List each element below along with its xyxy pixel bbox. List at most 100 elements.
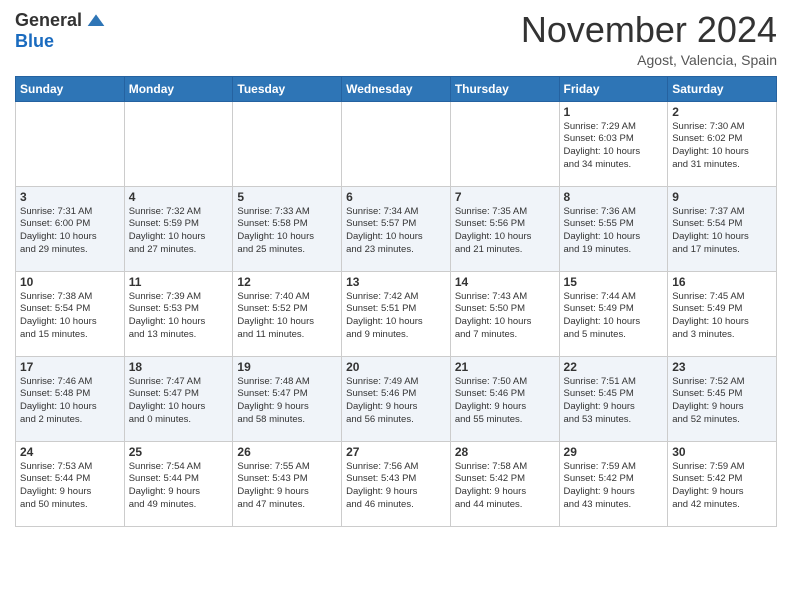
day-cell: 19 Sunrise: 7:48 AM Sunset: 5:47 PM Dayli… [233, 356, 342, 441]
day-number: 1 [564, 105, 664, 119]
day-number: 4 [129, 190, 229, 204]
day-info: Sunrise: 7:46 AM Sunset: 5:48 PM Dayligh… [20, 376, 120, 427]
logo: General Blue [15, 10, 106, 52]
day-cell: 17Sunrise: 7:46 AM Sunset: 5:48 PM Dayli… [16, 356, 125, 441]
day-info: Sunrise: 7:37 AM Sunset: 5:54 PM Dayligh… [672, 206, 772, 257]
logo-general-text: General [15, 10, 82, 31]
day-info: Sunrise: 7:40 AM Sunset: 5:52 PM Dayligh… [237, 291, 337, 342]
day-number: 22 [564, 360, 664, 374]
day-cell: 16 Sunrise: 7:45 AM Sunset: 5:49 PM Dayli… [668, 271, 777, 356]
day-info: Sunrise: 7:52 AM Sunset: 5:45 PM Dayligh… [672, 376, 772, 427]
day-cell: 28 Sunrise: 7:58 AM Sunset: 5:42 PM Dayli… [450, 441, 559, 526]
day-info: Sunrise: 7:55 AM Sunset: 5:43 PM Dayligh… [237, 461, 337, 512]
day-cell: 30 Sunrise: 7:59 AM Sunset: 5:42 PM Dayli… [668, 441, 777, 526]
day-info: Sunrise: 7:43 AM Sunset: 5:50 PM Dayligh… [455, 291, 555, 342]
title-area: November 2024 Agost, Valencia, Spain [521, 10, 777, 68]
day-info: Sunrise: 7:35 AM Sunset: 5:56 PM Dayligh… [455, 206, 555, 257]
day-info: Sunrise: 7:59 AM Sunset: 5:42 PM Dayligh… [672, 461, 772, 512]
day-number: 18 [129, 360, 229, 374]
day-cell: 8 Sunrise: 7:36 AM Sunset: 5:55 PM Daylig… [559, 186, 668, 271]
week-row-2: 10Sunrise: 7:38 AM Sunset: 5:54 PM Dayli… [16, 271, 777, 356]
calendar: Sunday Monday Tuesday Wednesday Thursday… [15, 76, 777, 527]
day-cell: 14Sunrise: 7:43 AM Sunset: 5:50 PM Dayli… [450, 271, 559, 356]
day-cell: 24 Sunrise: 7:53 AM Sunset: 5:44 PM Dayli… [16, 441, 125, 526]
week-row-0: 1Sunrise: 7:29 AM Sunset: 6:03 PM Daylig… [16, 101, 777, 186]
day-number: 27 [346, 445, 446, 459]
day-cell: 3 Sunrise: 7:31 AM Sunset: 6:00 PM Daylig… [16, 186, 125, 271]
week-row-1: 3 Sunrise: 7:31 AM Sunset: 6:00 PM Daylig… [16, 186, 777, 271]
day-cell: 25 Sunrise: 7:54 AM Sunset: 5:44 PM Dayli… [124, 441, 233, 526]
day-info: Sunrise: 7:30 AM Sunset: 6:02 PM Dayligh… [672, 121, 772, 172]
day-number: 21 [455, 360, 555, 374]
day-cell: 6Sunrise: 7:34 AM Sunset: 5:57 PM Daylig… [342, 186, 451, 271]
page: General Blue November 2024 Agost, Valenc… [0, 0, 792, 542]
day-cell: 12 Sunrise: 7:40 AM Sunset: 5:52 PM Dayli… [233, 271, 342, 356]
day-number: 15 [564, 275, 664, 289]
day-number: 28 [455, 445, 555, 459]
day-number: 11 [129, 275, 229, 289]
day-info: Sunrise: 7:50 AM Sunset: 5:46 PM Dayligh… [455, 376, 555, 427]
day-cell: 15 Sunrise: 7:44 AM Sunset: 5:49 PM Dayli… [559, 271, 668, 356]
header: General Blue November 2024 Agost, Valenc… [15, 10, 777, 68]
logo-blue-text: Blue [15, 31, 54, 52]
day-info: Sunrise: 7:56 AM Sunset: 5:43 PM Dayligh… [346, 461, 446, 512]
week-row-3: 17Sunrise: 7:46 AM Sunset: 5:48 PM Dayli… [16, 356, 777, 441]
day-number: 9 [672, 190, 772, 204]
day-cell [450, 101, 559, 186]
day-number: 5 [237, 190, 337, 204]
day-number: 26 [237, 445, 337, 459]
header-thursday: Thursday [450, 76, 559, 101]
day-number: 12 [237, 275, 337, 289]
header-saturday: Saturday [668, 76, 777, 101]
day-info: Sunrise: 7:36 AM Sunset: 5:55 PM Dayligh… [564, 206, 664, 257]
day-number: 24 [20, 445, 120, 459]
day-cell: 26 Sunrise: 7:55 AM Sunset: 5:43 PM Dayli… [233, 441, 342, 526]
day-cell: 20Sunrise: 7:49 AM Sunset: 5:46 PM Dayli… [342, 356, 451, 441]
day-info: Sunrise: 7:51 AM Sunset: 5:45 PM Dayligh… [564, 376, 664, 427]
day-info: Sunrise: 7:49 AM Sunset: 5:46 PM Dayligh… [346, 376, 446, 427]
day-number: 10 [20, 275, 120, 289]
day-number: 13 [346, 275, 446, 289]
day-info: Sunrise: 7:54 AM Sunset: 5:44 PM Dayligh… [129, 461, 229, 512]
logo-icon [86, 11, 106, 31]
day-info: Sunrise: 7:44 AM Sunset: 5:49 PM Dayligh… [564, 291, 664, 342]
location: Agost, Valencia, Spain [521, 52, 777, 68]
day-info: Sunrise: 7:59 AM Sunset: 5:42 PM Dayligh… [564, 461, 664, 512]
week-row-4: 24 Sunrise: 7:53 AM Sunset: 5:44 PM Dayli… [16, 441, 777, 526]
day-number: 8 [564, 190, 664, 204]
day-info: Sunrise: 7:45 AM Sunset: 5:49 PM Dayligh… [672, 291, 772, 342]
day-info: Sunrise: 7:33 AM Sunset: 5:58 PM Dayligh… [237, 206, 337, 257]
day-info: Sunrise: 7:58 AM Sunset: 5:42 PM Dayligh… [455, 461, 555, 512]
day-cell: 18 Sunrise: 7:47 AM Sunset: 5:47 PM Dayli… [124, 356, 233, 441]
header-wednesday: Wednesday [342, 76, 451, 101]
day-cell: 5 Sunrise: 7:33 AM Sunset: 5:58 PM Daylig… [233, 186, 342, 271]
day-number: 7 [455, 190, 555, 204]
header-sunday: Sunday [16, 76, 125, 101]
day-number: 3 [20, 190, 120, 204]
header-tuesday: Tuesday [233, 76, 342, 101]
day-number: 19 [237, 360, 337, 374]
day-number: 16 [672, 275, 772, 289]
day-cell: 7 Sunrise: 7:35 AM Sunset: 5:56 PM Daylig… [450, 186, 559, 271]
day-cell: 21 Sunrise: 7:50 AM Sunset: 5:46 PM Dayli… [450, 356, 559, 441]
header-friday: Friday [559, 76, 668, 101]
day-number: 30 [672, 445, 772, 459]
day-cell: 22 Sunrise: 7:51 AM Sunset: 5:45 PM Dayli… [559, 356, 668, 441]
day-cell: 9 Sunrise: 7:37 AM Sunset: 5:54 PM Daylig… [668, 186, 777, 271]
day-info: Sunrise: 7:53 AM Sunset: 5:44 PM Dayligh… [20, 461, 120, 512]
day-number: 29 [564, 445, 664, 459]
day-cell: 29 Sunrise: 7:59 AM Sunset: 5:42 PM Dayli… [559, 441, 668, 526]
day-info: Sunrise: 7:47 AM Sunset: 5:47 PM Dayligh… [129, 376, 229, 427]
day-number: 25 [129, 445, 229, 459]
day-info: Sunrise: 7:34 AM Sunset: 5:57 PM Dayligh… [346, 206, 446, 257]
day-info: Sunrise: 7:31 AM Sunset: 6:00 PM Dayligh… [20, 206, 120, 257]
day-info: Sunrise: 7:39 AM Sunset: 5:53 PM Dayligh… [129, 291, 229, 342]
day-cell: 23 Sunrise: 7:52 AM Sunset: 5:45 PM Dayli… [668, 356, 777, 441]
day-info: Sunrise: 7:32 AM Sunset: 5:59 PM Dayligh… [129, 206, 229, 257]
day-info: Sunrise: 7:48 AM Sunset: 5:47 PM Dayligh… [237, 376, 337, 427]
day-cell [124, 101, 233, 186]
day-cell [16, 101, 125, 186]
day-number: 2 [672, 105, 772, 119]
day-cell: 13Sunrise: 7:42 AM Sunset: 5:51 PM Dayli… [342, 271, 451, 356]
day-number: 23 [672, 360, 772, 374]
